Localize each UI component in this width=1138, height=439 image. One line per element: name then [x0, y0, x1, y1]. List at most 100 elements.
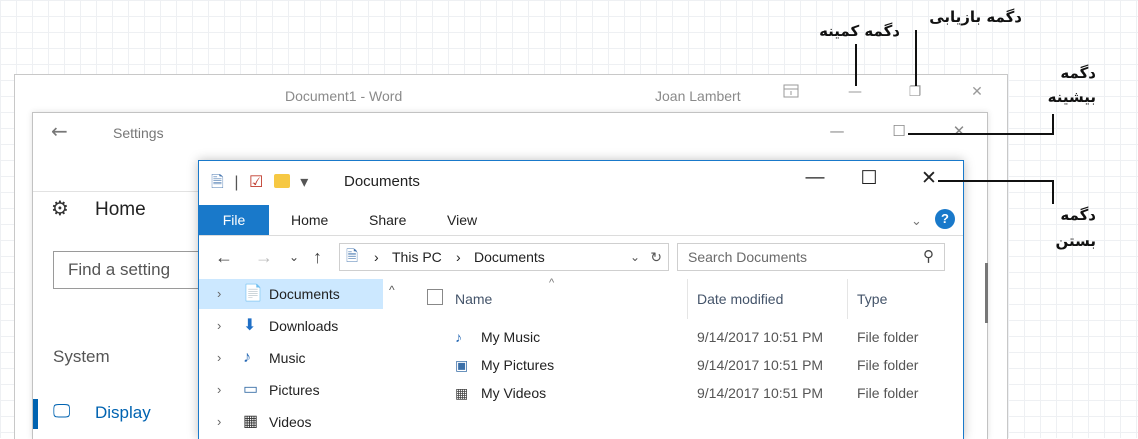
file-type: File folder — [857, 385, 919, 401]
nav-item-label: Music — [269, 350, 306, 366]
window-title: Documents — [344, 173, 420, 190]
annotation-minimize: دگمه کمینه — [819, 22, 900, 40]
document-icon: 🗎 — [346, 248, 359, 265]
column-header-date[interactable]: Date modified — [697, 291, 783, 307]
file-name: My Videos — [481, 385, 547, 401]
column-divider[interactable] — [687, 279, 688, 319]
videos-folder-icon: ▦ — [455, 385, 469, 401]
leader-line-close — [938, 180, 1054, 182]
word-minimize-button[interactable]: — — [843, 84, 867, 100]
search-placeholder: Search Documents — [688, 249, 808, 265]
close-button[interactable]: ✕ — [909, 167, 949, 190]
settings-close-button[interactable]: ✕ — [947, 122, 971, 140]
breadcrumb-separator: › — [374, 249, 379, 265]
select-all-checkbox[interactable] — [427, 289, 443, 305]
document-icon: 📄 — [243, 285, 263, 302]
file-type: File folder — [857, 357, 919, 373]
tab-share[interactable]: Share — [369, 205, 406, 235]
column-divider[interactable] — [847, 279, 848, 319]
leader-line-maximize — [1052, 114, 1054, 135]
properties-icon[interactable]: 🗎 — [211, 174, 224, 191]
expand-icon[interactable]: › — [217, 311, 221, 341]
checklist-icon[interactable]: ☑ — [249, 174, 263, 191]
back-button[interactable]: ← — [215, 243, 233, 271]
settings-maximize-button[interactable]: ☐ — [887, 122, 911, 140]
collapse-icon[interactable]: ^ — [389, 283, 395, 297]
breadcrumb-documents[interactable]: Documents — [474, 244, 545, 270]
minimize-button[interactable]: — — [795, 167, 835, 189]
system-section-label: System — [53, 347, 110, 366]
monitor-icon: 🖵 — [53, 401, 71, 422]
nav-item-label: Downloads — [269, 318, 339, 334]
download-icon: ⬇ — [243, 317, 257, 334]
tab-view[interactable]: View — [447, 205, 477, 235]
leader-line-restore — [915, 30, 917, 86]
picture-icon: ▭ — [243, 381, 259, 398]
tab-home[interactable]: Home — [291, 205, 328, 235]
file-type: File folder — [857, 329, 919, 345]
music-note-icon: ♪ — [243, 349, 251, 366]
navigation-bar: ← → ⌄ ↑ 🗎 › This PC › Documents ⌄ ↻ Sear… — [199, 243, 963, 273]
new-folder-icon[interactable] — [273, 174, 290, 188]
expand-icon[interactable]: › — [217, 375, 221, 405]
nav-item-music[interactable]: › ♪ Music — [199, 343, 407, 373]
tab-file[interactable]: File — [199, 205, 269, 235]
nav-item-label: Pictures — [269, 382, 320, 398]
refresh-icon[interactable]: ↻ — [650, 244, 662, 270]
breadcrumb-separator: › — [456, 249, 461, 265]
nav-item-downloads[interactable]: › ⬇ Downloads — [199, 311, 407, 341]
file-name: My Music — [481, 329, 541, 345]
qat-divider: | — [234, 174, 239, 191]
file-name: My Pictures — [481, 357, 555, 373]
up-button[interactable]: ↑ — [313, 243, 322, 271]
word-title: Document1 - Word — [285, 88, 403, 104]
home-link[interactable]: Home — [95, 199, 146, 221]
file-explorer-window: 🗎 | ☑ ▾ Documents — ☐ ✕ File Home Share … — [198, 160, 964, 439]
settings-minimize-button[interactable]: — — [825, 122, 849, 140]
forward-button[interactable]: → — [255, 243, 273, 271]
nav-item-pictures[interactable]: › ▭ Pictures — [199, 375, 407, 405]
back-arrow-icon[interactable]: ← — [51, 119, 68, 143]
ribbon-tabs: File Home Share View ⌄ ? — [199, 205, 963, 235]
recent-locations-button[interactable]: ⌄ — [289, 243, 299, 271]
file-date: 9/14/2017 10:51 PM — [697, 329, 824, 345]
address-dropdown-icon[interactable]: ⌄ — [630, 244, 640, 270]
annotation-maximize-1: دگمه — [1060, 64, 1096, 82]
divider — [33, 191, 203, 192]
file-row[interactable]: ▣ My Pictures 9/14/2017 10:51 PM File fo… — [409, 351, 963, 379]
column-header-type[interactable]: Type — [857, 291, 887, 307]
settings-title: Settings — [113, 125, 164, 141]
search-icon[interactable]: ⚲ — [923, 244, 934, 270]
word-user-name[interactable]: Joan Lambert — [655, 88, 741, 104]
word-close-button[interactable]: ✕ — [965, 84, 989, 100]
film-icon: ▦ — [243, 413, 259, 430]
display-nav-item[interactable]: Display — [95, 403, 151, 423]
help-icon[interactable]: ? — [935, 209, 955, 229]
file-row[interactable]: ♪ My Music 9/14/2017 10:51 PM File folde… — [409, 323, 963, 351]
nav-item-videos[interactable]: › ▦ Videos — [199, 407, 407, 437]
qat-dropdown-icon[interactable]: ▾ — [300, 174, 308, 191]
quick-access-toolbar: 🗎 | ☑ ▾ — [211, 171, 314, 198]
address-bar[interactable]: 🗎 › This PC › Documents ⌄ ↻ — [339, 243, 669, 271]
navigation-pane: ^ › 📄 Documents › ⬇ Downloads › ♪ Music … — [199, 279, 407, 439]
music-folder-icon: ♪ — [455, 329, 462, 345]
scrollbar[interactable] — [985, 263, 988, 323]
leader-line-maximize — [908, 133, 1054, 135]
leader-line-close — [1052, 180, 1054, 204]
word-restore-button[interactable]: ❐ — [903, 84, 927, 100]
search-input[interactable]: Search Documents ⚲ — [677, 243, 945, 271]
maximize-button[interactable]: ☐ — [849, 167, 889, 190]
ribbon-expand-icon[interactable]: ⌄ — [911, 213, 922, 229]
file-date: 9/14/2017 10:51 PM — [697, 357, 824, 373]
nav-item-label: Documents — [269, 286, 340, 302]
nav-item-documents[interactable]: › 📄 Documents — [199, 279, 383, 309]
breadcrumb-this-pc[interactable]: This PC — [392, 244, 442, 270]
expand-icon[interactable]: › — [217, 343, 221, 373]
file-list: Name ^ Date modified Type ♪ My Music 9/1… — [409, 277, 963, 439]
file-row[interactable]: ▦ My Videos 9/14/2017 10:51 PM File fold… — [409, 379, 963, 407]
ribbon-display-icon[interactable] — [779, 84, 803, 102]
expand-icon[interactable]: › — [217, 279, 221, 309]
nav-item-label: Videos — [269, 414, 312, 430]
column-header-name[interactable]: Name — [455, 291, 492, 307]
expand-icon[interactable]: › — [217, 407, 221, 437]
